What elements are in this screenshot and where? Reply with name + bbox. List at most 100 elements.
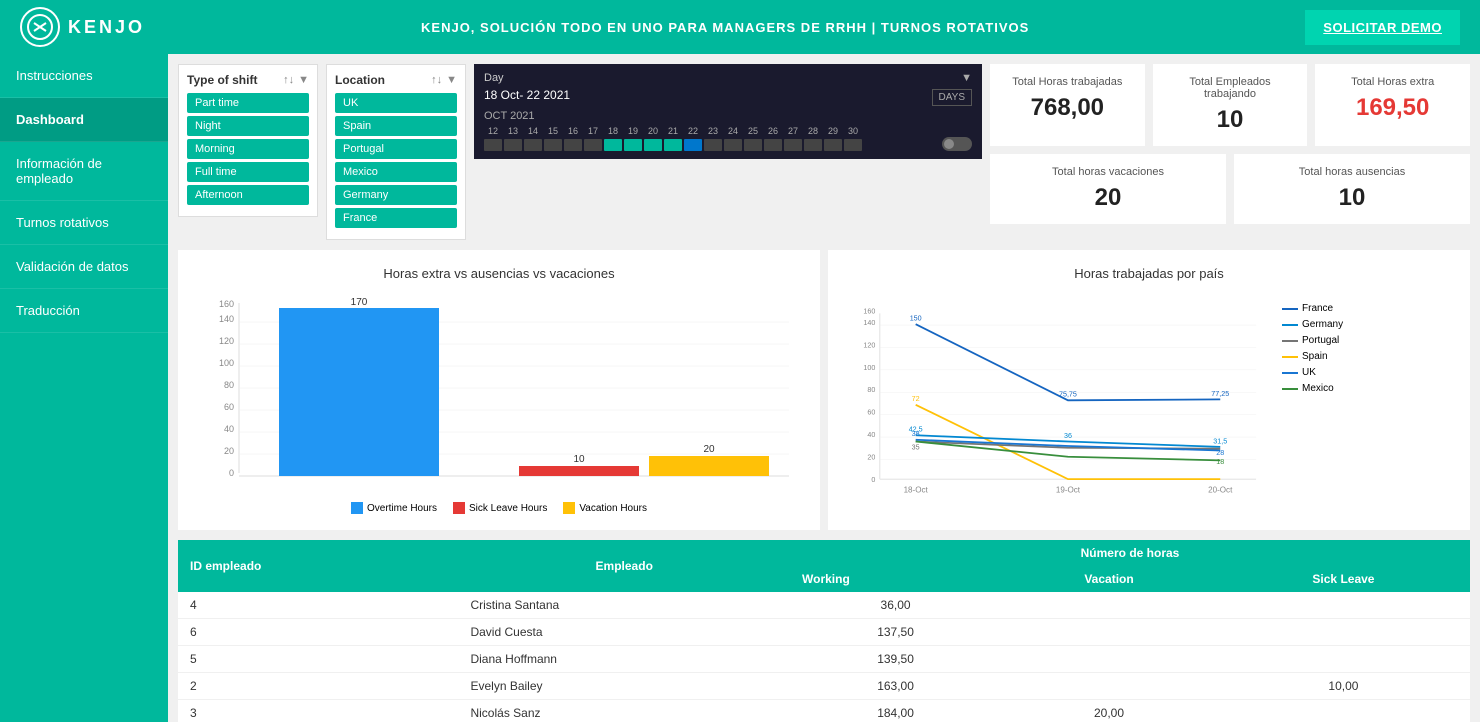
stat-aus-value: 10 (1250, 184, 1454, 212)
sidebar-item-traduccion[interactable]: Traducción (0, 289, 168, 333)
col-empleado: Empleado (458, 540, 790, 592)
row-name: Diana Hoffmann (458, 646, 790, 673)
bar-chart-title: Horas extra vs ausencias vs vacaciones (194, 266, 804, 281)
main-layout: Instrucciones Dashboard Información de e… (0, 54, 1480, 722)
location-chip-france[interactable]: France (335, 208, 457, 228)
day-bar-13[interactable] (504, 139, 522, 151)
svg-text:40: 40 (224, 424, 234, 434)
legend-uk: UK (1302, 367, 1316, 378)
day-bar-27[interactable] (784, 139, 802, 151)
shift-chip-morning[interactable]: Morning (187, 139, 309, 159)
location-chip-germany[interactable]: Germany (335, 185, 457, 205)
sort-icon[interactable]: ↑↓ (283, 74, 294, 86)
filter-icon[interactable]: ▼ (298, 74, 309, 86)
svg-text:72: 72 (912, 395, 920, 403)
svg-text:60: 60 (224, 402, 234, 412)
day-bar-14[interactable] (524, 139, 542, 151)
day-bar-19[interactable] (624, 139, 642, 151)
day-filter-panel: Day ▼ 18 Oct- 22 2021 DAYS OCT 2021 12 1… (474, 64, 982, 159)
day-bar-12[interactable] (484, 139, 502, 151)
row-name: Cristina Santana (458, 592, 790, 619)
location-chip-uk[interactable]: UK (335, 93, 457, 113)
svg-text:170: 170 (351, 297, 368, 308)
legend-spain: Spain (1302, 351, 1328, 362)
day-bar-23[interactable] (704, 139, 722, 151)
logo-area: KENJO (20, 7, 145, 47)
row-name: Nicolás Sanz (458, 700, 790, 722)
sidebar-item-dashboard[interactable]: Dashboard (0, 98, 168, 142)
stat-empleados-label: Total Empleados trabajando (1169, 76, 1292, 100)
legend-sick: Sick Leave Hours (469, 503, 547, 514)
day-bar-15[interactable] (544, 139, 562, 151)
svg-text:31,5: 31,5 (1213, 437, 1227, 445)
employee-table: ID empleado Empleado Número de horas Wor… (178, 540, 1470, 722)
sort-icon-loc[interactable]: ↑↓ (431, 74, 442, 86)
row-id: 3 (178, 700, 458, 722)
day-toggle[interactable] (942, 137, 972, 151)
col-id: ID empleado (178, 540, 458, 592)
sidebar-item-validacion[interactable]: Validación de datos (0, 245, 168, 289)
col-vacation: Vacation (1001, 566, 1217, 592)
day-bar-30[interactable] (844, 139, 862, 151)
location-chip-mexico[interactable]: Mexico (335, 162, 457, 182)
table-row: 6 David Cuesta 137,50 (178, 619, 1470, 646)
day-bar-22[interactable] (684, 139, 702, 151)
day-bar-17[interactable] (584, 139, 602, 151)
legend-mexico: Mexico (1302, 383, 1334, 394)
day-bar-26[interactable] (764, 139, 782, 151)
row-vacation (1001, 592, 1217, 619)
day-range: 18 Oct- 22 2021 (484, 88, 570, 102)
line-mexico (916, 442, 1221, 461)
table-row: 3 Nicolás Sanz 184,00 20,00 (178, 700, 1470, 722)
shift-chip-night[interactable]: Night (187, 116, 309, 136)
location-filter-icons[interactable]: ↑↓ ▼ (431, 74, 457, 86)
days-button[interactable]: DAYS (932, 89, 973, 106)
row-sick: 10,00 (1217, 673, 1470, 700)
svg-text:18: 18 (1216, 458, 1224, 466)
shift-chip-afternoon[interactable]: Afternoon (187, 185, 309, 205)
filter-icon-loc[interactable]: ▼ (446, 74, 457, 86)
svg-text:35: 35 (912, 444, 920, 452)
shift-chip-fulltime[interactable]: Full time (187, 162, 309, 182)
svg-text:18-Oct: 18-Oct (904, 486, 929, 495)
day-bar-28[interactable] (804, 139, 822, 151)
row-vacation (1001, 619, 1217, 646)
svg-text:38: 38 (912, 430, 920, 438)
day-bar-24[interactable] (724, 139, 742, 151)
day-bar-21[interactable] (664, 139, 682, 151)
shift-filter-label: Type of shift (187, 73, 257, 87)
location-chip-portugal[interactable]: Portugal (335, 139, 457, 159)
month-label: OCT 2021 (484, 110, 972, 122)
row-sick (1217, 619, 1470, 646)
day-bar-16[interactable] (564, 139, 582, 151)
row-sick (1217, 646, 1470, 673)
row-sick (1217, 700, 1470, 722)
solicitar-demo-button[interactable]: SOLICITAR DEMO (1305, 10, 1460, 45)
location-filter-label: Location (335, 73, 385, 87)
day-bar-20[interactable] (644, 139, 662, 151)
day-bar-25[interactable] (744, 139, 762, 151)
svg-text:80: 80 (224, 380, 234, 390)
svg-text:0: 0 (871, 476, 875, 484)
line-chart-svg: 0 20 40 60 80 100 120 140 160 (844, 293, 1274, 513)
svg-text:20-Oct: 20-Oct (1208, 486, 1233, 495)
row-vacation (1001, 673, 1217, 700)
shift-chip-parttime[interactable]: Part time (187, 93, 309, 113)
location-chip-spain[interactable]: Spain (335, 116, 457, 136)
sick-bar (519, 466, 639, 476)
line-france (916, 324, 1221, 400)
row-name: David Cuesta (458, 619, 790, 646)
svg-text:36: 36 (1064, 432, 1072, 440)
sidebar-item-informacion[interactable]: Información de empleado (0, 142, 168, 201)
col-sick: Sick Leave (1217, 566, 1470, 592)
sidebar-item-turnos[interactable]: Turnos rotativos (0, 201, 168, 245)
row-working: 139,50 (790, 646, 1001, 673)
line-chart-title: Horas trabajadas por país (844, 266, 1454, 281)
day-bar-29[interactable] (824, 139, 842, 151)
day-filter-icon[interactable]: ▼ (961, 72, 972, 84)
legend-france: France (1302, 303, 1333, 314)
day-bar-18[interactable] (604, 139, 622, 151)
svg-text:100: 100 (219, 358, 234, 368)
sidebar-item-instrucciones[interactable]: Instrucciones (0, 54, 168, 98)
shift-filter-icons[interactable]: ↑↓ ▼ (283, 74, 309, 86)
